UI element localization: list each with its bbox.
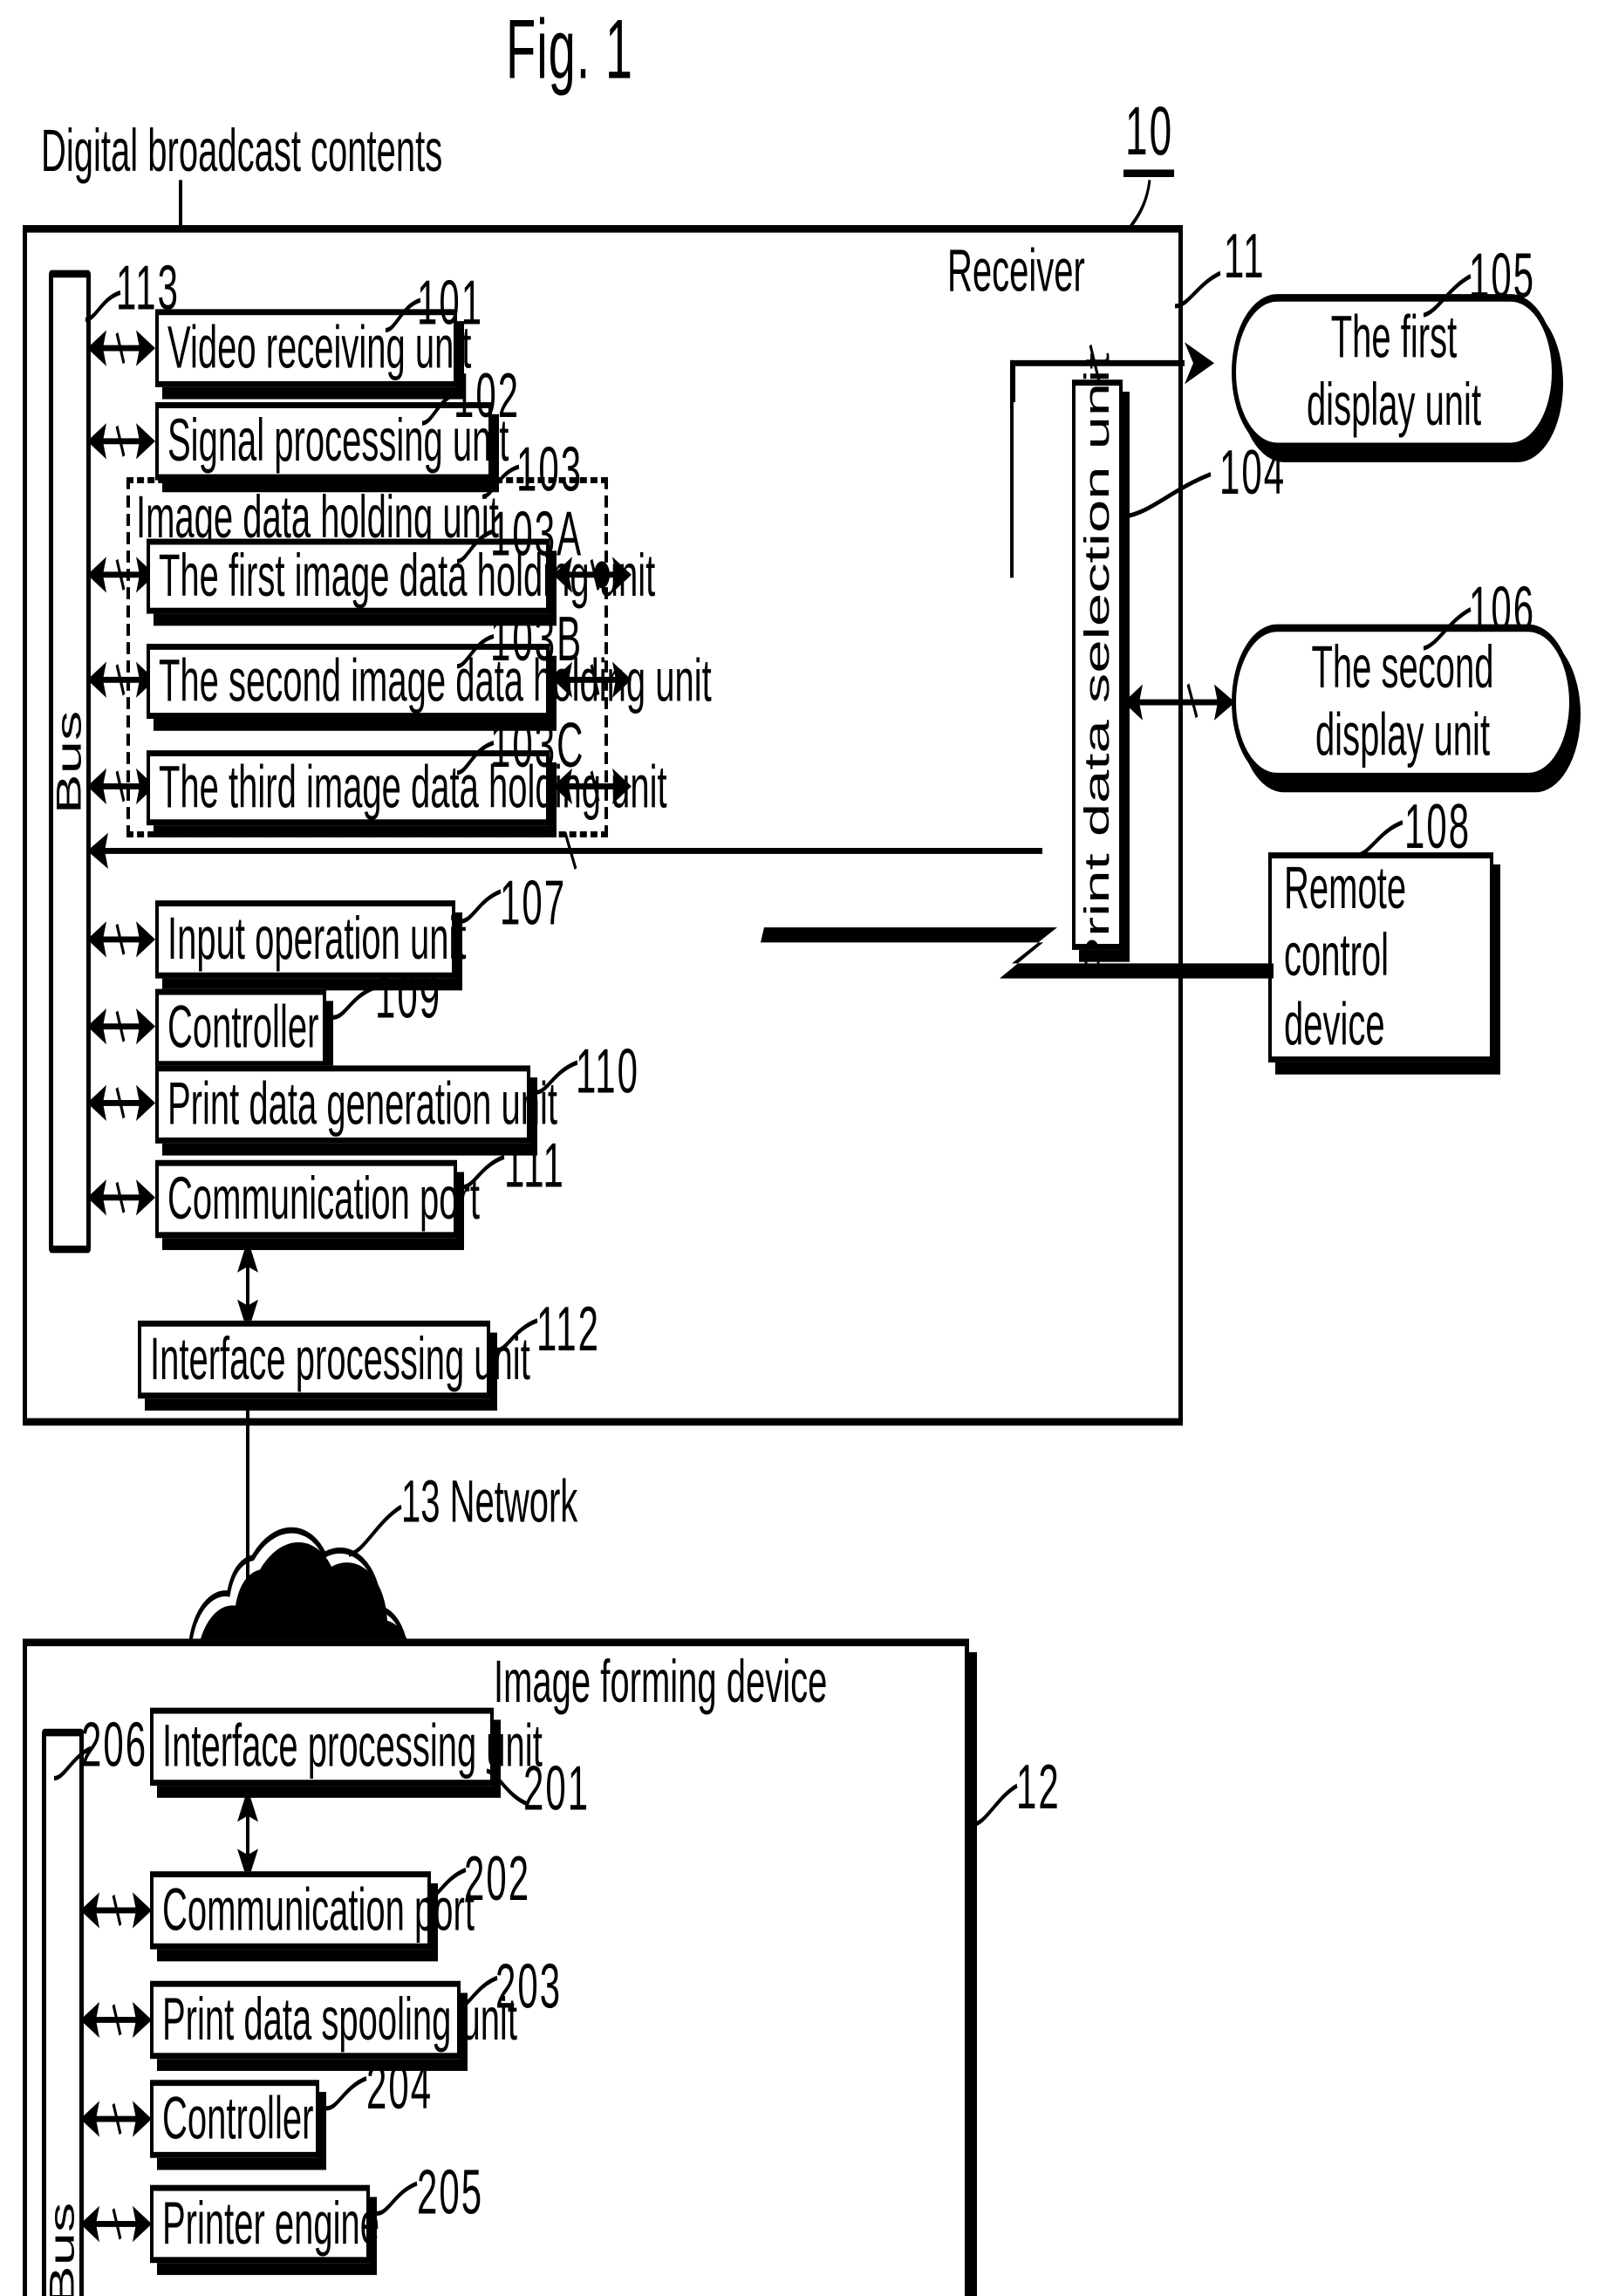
component-label-205: Printer engine: [162, 2190, 380, 2258]
ref-112: 112: [536, 1293, 600, 1364]
system-ref-underline: [1123, 169, 1174, 177]
component-label-110: Print data generation unit: [167, 1071, 557, 1138]
second-display-unit-line2: display unit: [1315, 702, 1491, 769]
arrow-103a-to-selection: [553, 557, 632, 593]
bus-arrow-110: [87, 1084, 155, 1122]
network-label: 13 Network: [401, 1469, 578, 1535]
remote-control-device[interactable]: Remote control device: [1268, 852, 1493, 1063]
bus-arrow-102: [87, 423, 155, 460]
ref-leader-202: [425, 1867, 467, 1903]
component-label-204: Controller: [162, 2086, 314, 2152]
bus-arrow-107: [87, 921, 155, 958]
ref-109: 109: [375, 960, 442, 1031]
bus-arrow-202: [80, 1892, 152, 1929]
component-label-111: Communication port: [167, 1165, 480, 1233]
arrow-201-to-202: [237, 1788, 258, 1883]
patent-figure-page: Fig. 1 Digital broadcast contents 10 Rec…: [0, 0, 1598, 2296]
arrow-111-to-112: [237, 1239, 258, 1333]
ref-leader-104: [1124, 472, 1212, 519]
figure-title: Fig. 1: [506, 1, 634, 97]
arrow-103b-to-selection: [553, 661, 632, 698]
component-box-204[interactable]: Controller: [150, 2080, 319, 2158]
ref-leader-112: [495, 1318, 538, 1353]
component-box-202[interactable]: Communication port: [150, 1871, 475, 1950]
print-data-selection-unit[interactable]: Print data selection unit: [1072, 352, 1123, 977]
ref-leader-203: [456, 1975, 498, 2011]
ref-202: 202: [464, 1842, 531, 1914]
component-label-109: Controller: [167, 994, 319, 1062]
ref-leader-204: [325, 2076, 367, 2111]
system-ref-10: 10: [1125, 91, 1174, 170]
selection-feedback-line: [1010, 359, 1014, 578]
ref-107: 107: [500, 867, 567, 939]
component-box-205[interactable]: Printer engine: [150, 2184, 379, 2264]
bus-arrow-111: [87, 1179, 155, 1216]
component-box-110[interactable]: Print data generation unit: [155, 1065, 557, 1144]
device-bus-label: Bus: [43, 2202, 82, 2296]
ref-leader-102: [421, 391, 458, 426]
remote-control-line3: device: [1284, 991, 1385, 1058]
ref-105: 105: [1469, 240, 1536, 311]
ref-leader-111: [461, 1154, 505, 1190]
digital-broadcast-contents-label: Digital broadcast contents: [41, 118, 443, 185]
figure-canvas: Fig. 1 Digital broadcast contents 10 Rec…: [0, 0, 1598, 2296]
bus-arrow-109: [87, 1008, 155, 1045]
ref-leader-108: [1355, 820, 1403, 858]
ref-leader-201: [486, 1768, 528, 1807]
ref-201: 201: [523, 1753, 591, 1824]
ref-leader-109: [332, 985, 376, 1020]
device-bus: Bus: [42, 1728, 84, 2296]
ref-leader-205: [376, 2181, 418, 2216]
receiver-bus-label: Bus: [50, 709, 89, 814]
ref-103: 103: [516, 434, 584, 505]
ref-leader-101: [385, 297, 421, 333]
device-bus-ref-leader: [53, 1746, 92, 1781]
ref-106: 106: [1469, 573, 1536, 644]
ref-204: 204: [366, 2051, 434, 2122]
component-box-111[interactable]: Communication port: [155, 1159, 480, 1239]
ref-leader-107: [460, 889, 502, 924]
image-forming-device-title: Image forming device: [494, 1649, 828, 1716]
ref-leader-105: [1423, 274, 1472, 318]
component-box-201[interactable]: Interface processing unit: [150, 1707, 543, 1787]
bus-arrow-204: [80, 2101, 152, 2137]
bus-arrow-205: [80, 2205, 152, 2243]
component-label-112: Interface processing unit: [150, 1326, 530, 1393]
component-box-109[interactable]: Controller: [155, 988, 326, 1068]
ref-leader-106: [1423, 606, 1472, 651]
second-display-unit[interactable]: The second display unit: [1232, 624, 1574, 781]
ref-leader-103c: [456, 740, 495, 776]
ref-110: 110: [576, 1035, 639, 1106]
ref-111: 111: [504, 1130, 565, 1201]
arrow-selection-to-second-display: [1123, 683, 1235, 721]
ref-leader-103b: [456, 633, 495, 669]
receiver-bus: Bus: [49, 270, 91, 1254]
ref-leader-110: [535, 1060, 578, 1095]
print-data-selection-unit-label: Print data selection unit: [1078, 352, 1117, 977]
receiver-title: Receiver: [947, 238, 1085, 305]
network-label-leader: [348, 1504, 402, 1557]
ref-108: 108: [1404, 790, 1472, 862]
bus-arrow-203: [80, 2001, 152, 2039]
ref-leader-103a: [456, 529, 495, 564]
receiver-ref-leader: [1174, 270, 1221, 309]
first-display-unit-line2: display unit: [1306, 372, 1482, 439]
ref-205: 205: [417, 2156, 484, 2227]
component-box-112[interactable]: Interface processing unit: [138, 1320, 530, 1399]
arrow-103c-to-selection: [553, 768, 632, 805]
remote-control-signal-line: [761, 927, 1274, 979]
component-box-203[interactable]: Print data spooling unit: [150, 1980, 517, 2060]
first-display-unit[interactable]: The first display unit: [1232, 294, 1556, 451]
ref-leader-12: [971, 1783, 1018, 1828]
ref-203: 203: [495, 1951, 563, 2022]
bus-arrow-101: [87, 330, 155, 366]
remote-control-line2: control: [1284, 923, 1390, 990]
selection-to-first-display-path: [1012, 342, 1214, 403]
